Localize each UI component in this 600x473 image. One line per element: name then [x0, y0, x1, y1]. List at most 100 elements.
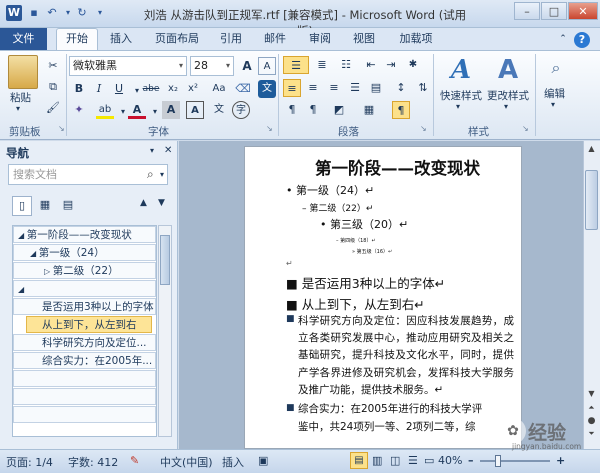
zoom-slider-track[interactable] [480, 460, 550, 462]
paste-icon[interactable] [8, 55, 38, 89]
highlight-icon[interactable]: ab [96, 101, 114, 119]
macro-record-icon[interactable]: ▣ [258, 454, 268, 467]
help-icon[interactable]: ? [574, 32, 590, 48]
format-painter-icon[interactable]: 🖌 [44, 99, 62, 117]
underline-button[interactable]: U [110, 80, 128, 98]
redo-icon[interactable]: ↻ [74, 5, 90, 21]
next-heading-icon[interactable]: ▼ [158, 198, 165, 208]
browse-pages-tab[interactable]: ▦ [35, 196, 55, 216]
tab-insert[interactable]: 插入 [104, 30, 138, 50]
copy-icon[interactable]: ⧉ [44, 78, 62, 96]
nav-item[interactable]: ◢ [13, 280, 156, 297]
line-spacing-icon[interactable]: ↕ [392, 79, 410, 97]
rtl-icon[interactable]: ¶ [304, 101, 322, 119]
collapse-triangle-icon[interactable]: ◢ [18, 285, 24, 294]
status-word-count[interactable]: 字数: 412 [68, 454, 118, 470]
font-name-combo[interactable]: 微软雅黑 ▾ [69, 56, 187, 76]
tab-references[interactable]: 引用 [214, 30, 248, 50]
quick-styles-icon[interactable]: A [444, 55, 478, 87]
expand-triangle-icon[interactable]: ▷ [44, 267, 53, 276]
paste-button-label[interactable]: 粘贴 [10, 90, 31, 105]
clear-formatting-icon[interactable]: ⌫ [234, 80, 252, 98]
justify-icon[interactable]: ☰ [346, 79, 364, 97]
tab-review[interactable]: 审阅 [303, 30, 337, 50]
char-border-button[interactable]: A [186, 101, 204, 119]
customize-quick-access-icon[interactable]: ▾ [92, 5, 108, 21]
paste-dropdown-icon[interactable]: ▾ [16, 104, 20, 113]
chinese-layout-icon[interactable]: ✱ [404, 56, 422, 74]
search-icon[interactable]: ⌕ [147, 167, 154, 182]
nav-item[interactable]: ◢ 第一阶段——改变现状 [13, 226, 156, 243]
close-button[interactable]: ✕ [568, 2, 598, 20]
collapse-triangle-icon[interactable]: ◢ [18, 231, 27, 240]
align-left-button[interactable]: ≡ [283, 79, 301, 97]
nav-pane-options-icon[interactable]: ▾ [150, 146, 154, 155]
nav-scroll-thumb[interactable] [160, 235, 170, 285]
previous-page-icon[interactable]: ⏶ [584, 403, 599, 415]
minimize-button[interactable]: – [514, 2, 540, 20]
char-shading-button[interactable]: A [162, 101, 180, 119]
minimize-ribbon-icon[interactable]: ⌃ [556, 30, 570, 50]
align-center-icon[interactable]: ≡ [304, 79, 322, 97]
tab-file[interactable]: 文件 [0, 28, 47, 50]
tab-page-layout[interactable]: 页面布局 [150, 30, 204, 50]
grow-font-icon[interactable]: A [238, 57, 256, 75]
shrink-font-icon[interactable]: A [258, 57, 276, 75]
font-size-combo[interactable]: 28 ▾ [190, 56, 234, 76]
sort-icon[interactable]: ⇅ [414, 79, 432, 97]
proofing-icon[interactable]: ✎ [130, 454, 139, 467]
ltr-icon[interactable]: ¶ [283, 101, 301, 119]
print-layout-view-icon[interactable]: ▤ [350, 452, 368, 469]
change-styles-button[interactable]: 更改样式 [487, 88, 529, 103]
decrease-indent-icon[interactable]: ⇤ [362, 56, 380, 74]
save-icon[interactable]: ▪ [26, 5, 42, 21]
status-language[interactable]: 中文(中国) [160, 454, 213, 470]
next-page-icon[interactable]: ⏷ [584, 429, 599, 441]
subscript-button[interactable]: x₂ [164, 80, 182, 98]
editing-button[interactable]: 编辑 [544, 86, 565, 101]
undo-icon[interactable]: ↶ [44, 5, 60, 21]
find-binoculars-icon[interactable]: ⌕ [544, 58, 568, 80]
cut-icon[interactable]: ✂ [44, 57, 62, 75]
nav-search-input[interactable]: 搜索文档 [8, 164, 168, 185]
browse-headings-tab[interactable]: ▯ [12, 196, 32, 216]
maximize-button[interactable]: □ [541, 2, 567, 20]
align-right-icon[interactable]: ≡ [325, 79, 343, 97]
full-screen-reading-icon[interactable]: ▥ [372, 454, 382, 467]
increase-indent-icon[interactable]: ⇥ [382, 56, 400, 74]
zoom-in-button[interactable]: + [556, 454, 565, 467]
nav-item[interactable]: 是否运用3种以上的字体 [13, 298, 156, 315]
draft-view-icon[interactable]: ▭ [424, 454, 434, 467]
tab-mailings[interactable]: 邮件 [258, 30, 292, 50]
status-insert-mode[interactable]: 插入 [222, 454, 244, 470]
zoom-level[interactable]: 40% [438, 454, 462, 467]
change-styles-icon[interactable]: A [493, 55, 523, 87]
scroll-up-icon[interactable]: ▲ [584, 142, 599, 156]
styles-launcher-icon[interactable]: ↘ [522, 124, 529, 133]
numbering-icon[interactable]: ≣ [313, 56, 331, 74]
zoom-out-button[interactable]: – [468, 454, 474, 467]
document-scroll-thumb[interactable] [585, 170, 598, 230]
tab-addins[interactable]: 加载项 [393, 30, 439, 50]
web-layout-icon[interactable]: ◫ [390, 454, 400, 467]
scroll-down-icon[interactable]: ▼ [584, 387, 599, 401]
text-effects-icon[interactable]: ✦ [70, 101, 88, 119]
borders-icon[interactable]: ▦ [360, 101, 378, 119]
outline-view-icon[interactable]: ☰ [408, 454, 418, 467]
zoom-slider-thumb[interactable] [495, 455, 501, 467]
clipboard-launcher-icon[interactable]: ↘ [58, 124, 65, 133]
italic-button[interactable]: I [90, 80, 108, 98]
bullets-button[interactable]: ☰ [283, 56, 309, 74]
wen-button[interactable]: 文 [258, 80, 276, 98]
font-name-dropdown-icon[interactable]: ▾ [179, 57, 183, 75]
nav-item-selected[interactable]: 从上到下，从左到右 [26, 316, 152, 333]
nav-item[interactable]: ▷ 第二级（22） [13, 262, 156, 279]
collapse-triangle-icon[interactable]: ◢ [30, 249, 39, 258]
shading-icon[interactable]: ◩ [330, 101, 348, 119]
distributed-icon[interactable]: ▤ [367, 79, 385, 97]
font-launcher-icon[interactable]: ↘ [266, 124, 273, 133]
quick-styles-dropdown-icon[interactable]: ▾ [456, 102, 460, 111]
nav-item[interactable]: 科学研究方向及定位... [13, 334, 156, 351]
select-browse-object-icon[interactable]: ● [584, 416, 599, 428]
font-color-button[interactable]: A [128, 101, 146, 119]
